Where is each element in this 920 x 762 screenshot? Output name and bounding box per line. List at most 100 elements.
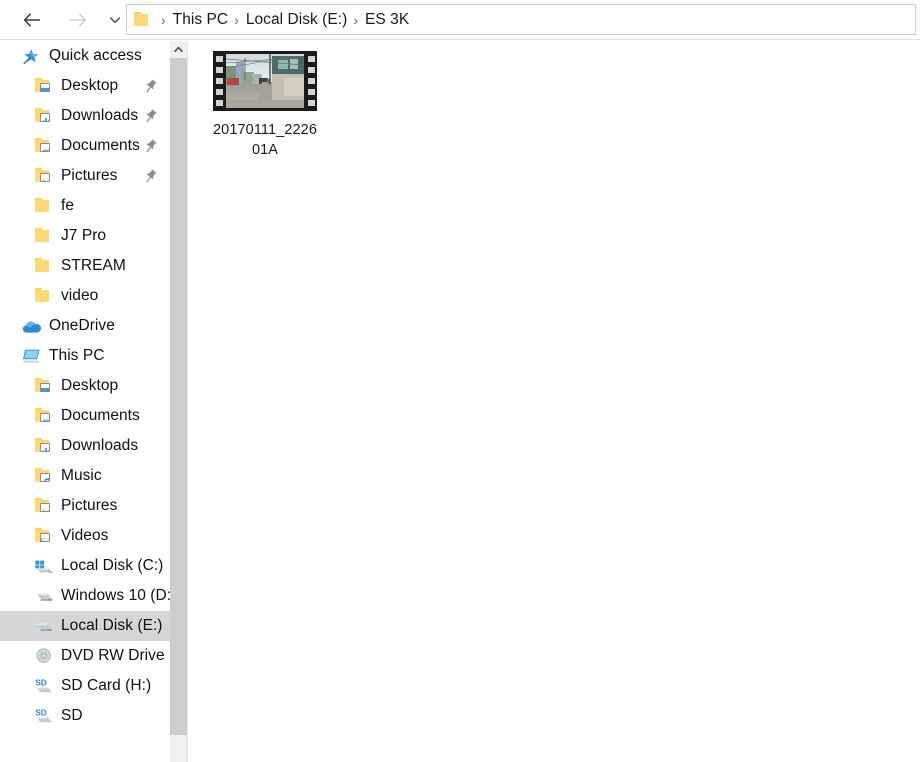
folder-emblem: [40, 383, 50, 392]
sidebar-item-video[interactable]: video: [0, 281, 170, 311]
folder-icon: [34, 287, 54, 305]
sidebar-item-downloads[interactable]: Downloads: [0, 101, 170, 131]
video-thumbnail: [213, 51, 317, 111]
breadcrumb-es-3k[interactable]: ES 3K: [365, 11, 409, 29]
breadcrumb-this-pc[interactable]: This PC: [173, 11, 228, 29]
sidebar-item-sd[interactable]: SD SD: [0, 701, 170, 731]
sidebar-item-downloads[interactable]: Downloads: [0, 431, 170, 461]
breadcrumb-separator[interactable]: ›: [347, 13, 365, 27]
file-list-pane[interactable]: 20170111_222601A: [188, 41, 920, 762]
folder-emblem: [40, 533, 50, 542]
sidebar-item-dvd-rw-drive-f[interactable]: DVD RW Drive (F: [0, 641, 170, 671]
folder-icon: [35, 498, 52, 513]
folder-icon: [35, 468, 52, 483]
sidebar-item-j7-pro[interactable]: J7 Pro: [0, 221, 170, 251]
scrollbar-thumb[interactable]: [170, 58, 187, 735]
folder-icon: [34, 227, 54, 245]
sidebar-item-label: Local Disk (E:): [61, 618, 163, 634]
sidebar-item-label: Desktop: [61, 378, 118, 394]
emblem-glyph: [41, 178, 50, 182]
folder-emblem: [40, 143, 50, 152]
sidebar-item-label: video: [61, 288, 98, 304]
sd-card-icon: SD: [34, 707, 54, 725]
recent-locations-button[interactable]: [102, 4, 128, 36]
quick-access-star-icon: [22, 48, 41, 65]
hard-drive-icon: [34, 587, 54, 605]
scroll-up-button[interactable]: [170, 41, 187, 58]
folder-emblem: [40, 413, 50, 422]
breadcrumb-local-disk-e[interactable]: Local Disk (E:): [246, 11, 348, 29]
navigation-bar: › This PC › Local Disk (E:) › ES 3K: [0, 0, 920, 40]
hard-drive-icon: [34, 620, 54, 633]
address-bar[interactable]: › This PC › Local Disk (E:) › ES 3K: [126, 4, 916, 35]
sidebar-scrollbar[interactable]: [170, 41, 187, 762]
folder-icon: [35, 198, 52, 213]
sidebar-item-label: STREAM: [61, 258, 126, 274]
this-pc-monitor-icon: [22, 347, 42, 365]
folder-emblem: [40, 473, 50, 482]
file-name-label: 20170111_222601A: [209, 120, 321, 160]
onedrive-cloud-icon: [22, 320, 42, 334]
chevron-down-icon: [108, 15, 122, 25]
sidebar-item-pictures[interactable]: Pictures: [0, 491, 170, 521]
folder-icon: [35, 288, 52, 303]
sidebar-item-label: Videos: [61, 528, 108, 544]
file-item[interactable]: 20170111_222601A: [206, 51, 324, 160]
pin-icon[interactable]: [145, 79, 158, 93]
windows-drive-icon: [34, 557, 54, 575]
emblem-glyph: [41, 118, 50, 122]
sidebar-item-music[interactable]: Music: [0, 461, 170, 491]
documents-folder-icon: [34, 137, 54, 155]
sidebar-item-label: Pictures: [61, 498, 117, 514]
sidebar-item-pictures[interactable]: Pictures: [0, 161, 170, 191]
svg-text:SD: SD: [35, 708, 47, 718]
sidebar-item-label: Desktop: [61, 78, 118, 94]
pin-icon[interactable]: [145, 169, 158, 183]
sidebar-item-local-disk-e[interactable]: Local Disk (E:): [0, 611, 170, 641]
folder-emblem: [40, 83, 50, 92]
street-scene-preview: [226, 54, 304, 108]
sidebar-item-videos[interactable]: Videos: [0, 521, 170, 551]
forward-button[interactable]: [60, 4, 96, 36]
navigation-pane: Quick accessDesktopDownloadsDocumentsPic…: [0, 41, 170, 762]
documents-folder-icon: [34, 407, 54, 425]
sidebar-item-windows-10-d[interactable]: Windows 10 (D:): [0, 581, 170, 611]
sidebar-item-onedrive[interactable]: OneDrive: [0, 311, 170, 341]
pin-icon[interactable]: [145, 139, 158, 153]
hard-drive-icon: [34, 590, 54, 603]
breadcrumb-separator[interactable]: ›: [228, 13, 246, 27]
emblem-glyph: [41, 478, 50, 482]
sidebar-item-sd-card-h[interactable]: SDSD Card (H:): [0, 671, 170, 701]
folder-icon: [35, 408, 52, 423]
emblem-glyph: [41, 148, 50, 152]
sidebar-item-documents[interactable]: Documents: [0, 131, 170, 161]
pictures-folder-icon: [34, 167, 54, 185]
sidebar-item-this-pc[interactable]: This PC: [0, 341, 170, 371]
folder-icon: [134, 12, 151, 27]
folder-icon: [35, 138, 52, 153]
sidebar-item-desktop[interactable]: Desktop: [0, 71, 170, 101]
sidebar-item-label: Documents: [61, 138, 140, 154]
folder-emblem: [40, 443, 50, 452]
back-button[interactable]: [14, 4, 50, 36]
sd-card-icon: SD: [34, 678, 54, 695]
this-pc-monitor-icon: [22, 348, 42, 365]
file-explorer-window: › This PC › Local Disk (E:) › ES 3K Quic…: [0, 0, 920, 762]
sidebar-item-quick-access[interactable]: Quick access: [0, 41, 170, 71]
sidebar-item-local-disk-c[interactable]: Local Disk (C:): [0, 551, 170, 581]
sidebar-item-label: SD: [61, 708, 83, 724]
sidebar-item-label: Windows 10 (D:): [61, 588, 170, 604]
sd-card-icon: SD: [34, 677, 54, 695]
folder-icon: [34, 257, 54, 275]
folder-icon: [35, 168, 52, 183]
pin-icon[interactable]: [145, 109, 158, 123]
sidebar-item-documents[interactable]: Documents: [0, 401, 170, 431]
downloads-folder-icon: [34, 107, 54, 125]
scroll-up-arrow-icon: [174, 46, 183, 53]
sidebar-item-desktop[interactable]: Desktop: [0, 371, 170, 401]
sidebar-item-fe[interactable]: fe: [0, 191, 170, 221]
sidebar-item-stream[interactable]: STREAM: [0, 251, 170, 281]
emblem-glyph: [41, 418, 50, 422]
thumbnail-image: [226, 54, 304, 108]
breadcrumb-separator[interactable]: ›: [155, 13, 173, 27]
